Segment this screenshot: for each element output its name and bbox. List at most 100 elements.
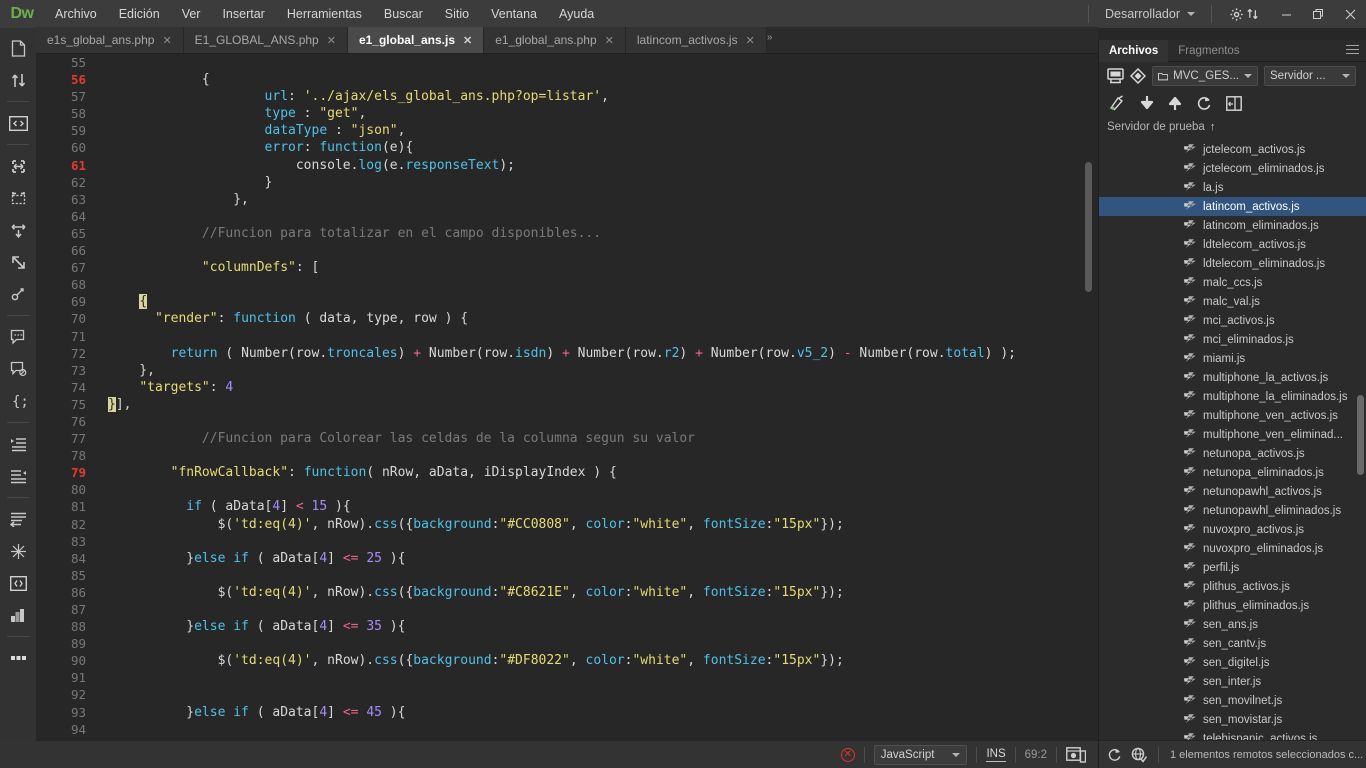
file-list-item[interactable]: multiphone_la_activos.js [1099, 368, 1366, 387]
document-tab[interactable]: e1_global_ans.js ✕ [347, 27, 485, 53]
code-line[interactable] [108, 669, 1098, 686]
code-line[interactable]: "targets": 4 [108, 379, 1098, 396]
expand-panel-icon[interactable] [1226, 95, 1242, 111]
file-list-item[interactable]: la.js [1099, 178, 1366, 197]
code-line[interactable] [108, 328, 1098, 345]
file-list-item[interactable]: perfil.js [1099, 558, 1366, 577]
get-files-icon[interactable] [1140, 95, 1154, 111]
wrap-tag-icon[interactable] [0, 214, 36, 246]
code-line[interactable]: { [108, 71, 1098, 88]
refresh-icon[interactable] [1107, 747, 1122, 762]
file-list-item[interactable]: nuvoxpro_activos.js [1099, 520, 1366, 539]
minimize-button[interactable] [1270, 0, 1302, 28]
code-line[interactable]: "columnDefs": [ [108, 259, 1098, 276]
code-line[interactable]: $('td:eq(4)', nRow).css({background:"#C8… [108, 584, 1098, 601]
file-list-item[interactable]: latincom_eliminados.js [1099, 216, 1366, 235]
code-line[interactable] [108, 533, 1098, 550]
site-manage-icon[interactable] [1107, 68, 1124, 84]
line-comment-icon[interactable] [0, 321, 36, 353]
code-line[interactable]: { [108, 293, 1098, 310]
file-list-item[interactable]: sen_cantv.js [1099, 634, 1366, 653]
code-line[interactable]: //Funcion para totalizar en el campo dis… [108, 225, 1098, 242]
file-list-item[interactable]: jctelecom_activos.js [1099, 140, 1366, 159]
code-hint-icon[interactable] [0, 567, 36, 599]
code-line[interactable]: }, [108, 191, 1098, 208]
error-badge-icon[interactable]: ✕ [840, 747, 855, 762]
code-line[interactable] [108, 54, 1098, 71]
file-list-item[interactable]: multiphone_la_eliminados.js [1099, 387, 1366, 406]
realtime-preview-icon[interactable] [1066, 746, 1086, 763]
file-list-scrollbar-thumb[interactable] [1357, 395, 1364, 475]
document-tab[interactable]: e1_global_ans.php ✕ [484, 27, 626, 53]
file-list-item[interactable]: multiphone_ven_eliminad... [1099, 425, 1366, 444]
file-list-item[interactable]: netunopa_eliminados.js [1099, 463, 1366, 482]
file-list-item[interactable]: plithus_activos.js [1099, 577, 1366, 596]
site-selector[interactable]: MVC_GES... [1152, 66, 1258, 86]
code-line[interactable] [108, 567, 1098, 584]
code-line[interactable]: "fnRowCallback": function( nRow, aData, … [108, 464, 1098, 481]
menu-item-herramientas[interactable]: Herramientas [276, 0, 373, 28]
file-list-item[interactable]: netunopawhl_eliminados.js [1099, 501, 1366, 520]
file-list-item[interactable]: sen_movilnet.js [1099, 691, 1366, 710]
file-list-item[interactable]: sen_digitel.js [1099, 653, 1366, 672]
file-list-item[interactable]: miami.js [1099, 349, 1366, 368]
code-line[interactable]: url: '../ajax/els_global_ans.php?op=list… [108, 88, 1098, 105]
refresh-icon[interactable] [1196, 95, 1212, 111]
code-line[interactable] [108, 635, 1098, 652]
expand-selection-icon[interactable] [0, 150, 36, 182]
outdent-code-icon[interactable] [0, 460, 36, 492]
globe-check-icon[interactable] [1131, 747, 1147, 763]
file-list-item[interactable]: jctelecom_eliminados.js [1099, 159, 1366, 178]
menu-item-ayuda[interactable]: Ayuda [548, 0, 605, 28]
maximize-button[interactable] [1302, 0, 1334, 28]
code-line[interactable]: $('td:eq(4)', nRow).css({background:"#DF… [108, 652, 1098, 669]
file-list-item[interactable]: malc_ccs.js [1099, 273, 1366, 292]
close-tab-icon[interactable]: ✕ [162, 34, 171, 47]
code-line[interactable]: console.log(e.responseText); [108, 157, 1098, 174]
version-control-icon[interactable] [1130, 68, 1146, 84]
new-document-icon[interactable] [0, 32, 36, 64]
color-blocks-icon[interactable] [0, 599, 36, 631]
editor-scrollbar-track[interactable] [1085, 54, 1095, 740]
file-list-item[interactable]: plithus_eliminados.js [1099, 596, 1366, 615]
file-list-item[interactable]: mci_eliminados.js [1099, 330, 1366, 349]
tab-overflow-icon[interactable]: » [767, 32, 779, 45]
file-list-item[interactable]: netunopa_activos.js [1099, 444, 1366, 463]
menu-item-ver[interactable]: Ver [171, 0, 212, 28]
code-editor[interactable]: 55 56 57 58 59 60 61 62 63 64 65 66 67 68 69 70 71 72 73 74… [36, 54, 1098, 740]
file-list-item[interactable]: netunopawhl_activos.js [1099, 482, 1366, 501]
document-tab[interactable]: e1s_global_ans.php ✕ [36, 27, 184, 53]
document-tab[interactable]: latincom_activos.js ✕ [625, 27, 767, 53]
file-list-item[interactable]: multiphone_ven_activos.js [1099, 406, 1366, 425]
panel-tab-archivos[interactable]: Archivos [1099, 39, 1169, 62]
editor-scrollbar-thumb[interactable] [1085, 162, 1092, 292]
code-line[interactable] [108, 242, 1098, 259]
file-list-item[interactable]: ldtelecom_eliminados.js [1099, 254, 1366, 273]
panel-menu-icon[interactable] [1346, 45, 1359, 57]
code-line[interactable] [108, 601, 1098, 618]
code-line[interactable]: type : "get", [108, 105, 1098, 122]
close-tab-icon[interactable]: ✕ [327, 34, 336, 47]
select-parent-tag-icon[interactable] [0, 182, 36, 214]
format-source-icon[interactable]: {;} [0, 385, 36, 417]
put-files-icon[interactable] [1168, 95, 1182, 111]
code-line[interactable] [108, 447, 1098, 464]
code-line[interactable]: }else if ( aData[4] <= 45 ){ [108, 704, 1098, 721]
server-selector[interactable]: Servidor ... [1264, 66, 1356, 86]
menu-item-archivo[interactable]: Archivo [44, 0, 108, 28]
more-options-icon[interactable] [0, 642, 36, 674]
code-line[interactable] [108, 721, 1098, 738]
code-line[interactable]: } [108, 174, 1098, 191]
apply-comment-icon[interactable] [0, 278, 36, 310]
file-list-item[interactable]: sen_ans.js [1099, 615, 1366, 634]
connect-icon[interactable] [1109, 95, 1126, 111]
close-button[interactable] [1334, 0, 1366, 28]
indent-arrows-icon[interactable] [0, 246, 36, 278]
close-tab-icon[interactable]: ✕ [463, 34, 472, 47]
file-list-item[interactable]: mci_activos.js [1099, 311, 1366, 330]
code-line[interactable] [108, 413, 1098, 430]
code-line[interactable] [108, 276, 1098, 293]
code-line[interactable]: }else if ( aData[4] <= 25 ){ [108, 550, 1098, 567]
code-line[interactable]: if ( aData[4] < 15 ){ [108, 498, 1098, 515]
document-tab[interactable]: E1_GLOBAL_ANS.php ✕ [183, 27, 348, 53]
